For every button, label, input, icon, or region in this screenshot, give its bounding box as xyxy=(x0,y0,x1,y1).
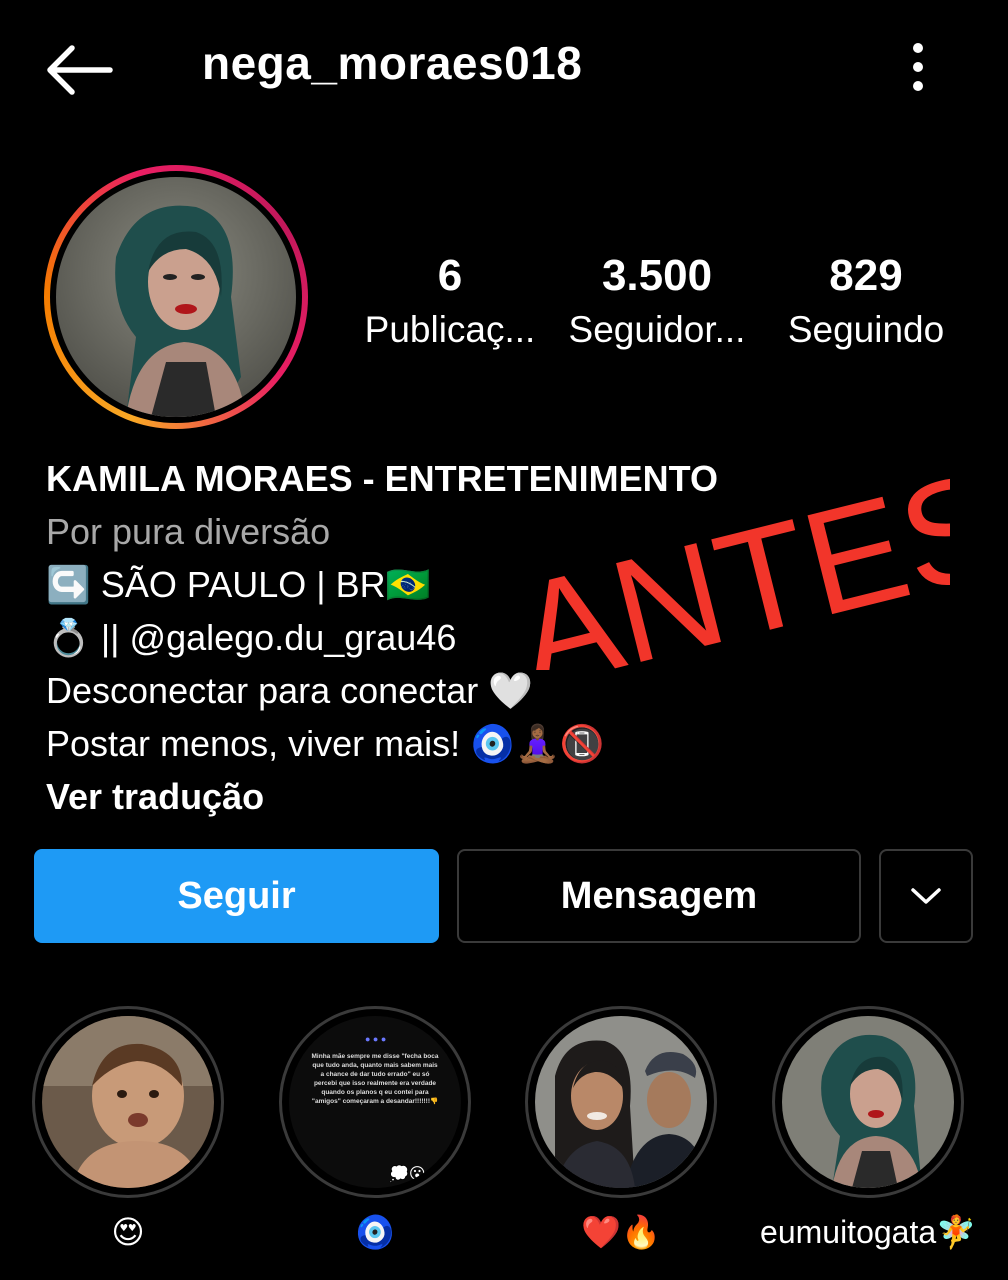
profile-name: KAMILA MORAES - ENTRETENIMENTO xyxy=(46,458,718,499)
profile-avatar xyxy=(56,177,296,417)
posts-stat[interactable]: 6 Publicaç... xyxy=(360,248,540,356)
top-bar: nega_moraes018 xyxy=(0,0,1008,140)
more-vertical-icon xyxy=(913,43,923,91)
highlight-1-label: 😍 xyxy=(111,1214,145,1250)
following-count: 829 xyxy=(829,251,903,300)
ring-icon: 💍 xyxy=(46,617,91,658)
back-arrow-icon xyxy=(47,45,113,95)
suggested-accounts-button[interactable] xyxy=(879,849,973,943)
back-button[interactable] xyxy=(40,40,116,100)
followers-label: Seguidor... xyxy=(568,309,746,350)
return-arrow-icon: ↪️ xyxy=(46,564,91,605)
follow-button[interactable]: Seguir xyxy=(34,849,439,943)
posts-label: Publicaç... xyxy=(364,309,536,350)
highlight-2-label: 🧿 xyxy=(355,1214,395,1250)
profile-bio: KAMILA MORAES - ENTRETENIMENTO Por pura … xyxy=(46,452,986,823)
followers-count: 3.500 xyxy=(601,251,713,300)
highlight-1-cover xyxy=(42,1016,214,1188)
posts-count: 6 xyxy=(437,251,463,300)
highlight-2-cover: Minha mãe sempre me disse "fecha boca qu… xyxy=(289,1016,461,1188)
profile-screen: nega_moraes018 6 Publicaç... 3.500 Segui… xyxy=(0,0,1008,1280)
highlight-3-cover xyxy=(535,1016,707,1188)
following-stat[interactable]: 829 Seguindo xyxy=(776,248,956,356)
highlight-2-story-text: Minha mãe sempre me disse "fecha boca qu… xyxy=(311,1053,439,1105)
more-options-button[interactable] xyxy=(898,40,938,100)
bio-mention-text[interactable]: || @galego.du_grau46 xyxy=(91,617,457,658)
bio-location-line: ↪️ SÃO PAULO | BR🇧🇷 xyxy=(46,558,986,611)
profile-category: Por pura diversão xyxy=(46,511,331,552)
bio-location-text: SÃO PAULO | BR🇧🇷 xyxy=(90,564,431,605)
chevron-down-icon xyxy=(911,888,941,904)
profile-avatar-story-ring[interactable] xyxy=(44,165,308,429)
bio-mention-line: 💍 || @galego.du_grau46 xyxy=(46,611,986,664)
bio-line-3: Desconectar para conectar 🤍 xyxy=(46,670,534,711)
highlight-4-label: eumuitogata🧚 xyxy=(760,1214,976,1250)
highlight-3-label: ❤️🔥 xyxy=(581,1214,661,1250)
message-button[interactable]: Mensagem xyxy=(457,849,861,943)
bio-line-4: Postar menos, viver mais! 🧿🧘🏾‍♀️📵 xyxy=(46,723,605,764)
followers-stat[interactable]: 3.500 Seguidor... xyxy=(562,248,752,356)
following-label: Seguindo xyxy=(787,309,945,350)
profile-username: nega_moraes018 xyxy=(202,37,583,89)
see-translation-link[interactable]: Ver tradução xyxy=(46,770,986,823)
highlight-4-cover xyxy=(782,1016,954,1188)
